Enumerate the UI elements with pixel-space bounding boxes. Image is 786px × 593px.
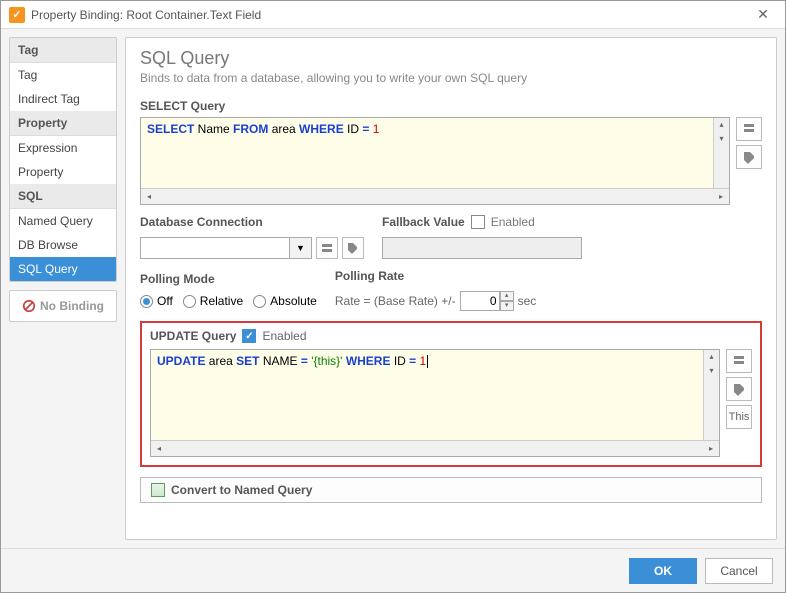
polling-rate-down[interactable]: ▾ — [500, 301, 514, 311]
property-ref-icon — [732, 354, 746, 368]
polling-rate-input[interactable] — [460, 291, 500, 311]
sidebar: Tag Tag Indirect Tag Property Expression… — [9, 37, 117, 540]
select-hscroll[interactable]: ◂▸ — [141, 188, 729, 204]
nav-box: Tag Tag Indirect Tag Property Expression… — [9, 37, 117, 282]
db-insert-tag-button[interactable] — [342, 237, 364, 259]
footer: OK Cancel — [1, 548, 785, 592]
db-conn-label: Database Connection — [140, 215, 364, 229]
update-enabled-checkbox[interactable]: ✓ — [242, 329, 256, 343]
convert-to-named-query-button[interactable]: Convert to Named Query — [140, 477, 762, 503]
polling-rate-prefix: Rate = (Base Rate) +/- — [335, 294, 456, 308]
nav-item-db-browse[interactable]: DB Browse — [10, 233, 116, 257]
property-ref-icon — [321, 242, 333, 254]
convert-label: Convert to Named Query — [171, 483, 312, 497]
page-subtitle: Binds to data from a database, allowing … — [140, 71, 762, 85]
update-query-label: UPDATE Query — [150, 329, 236, 343]
db-conn-dropdown[interactable]: ▼ — [290, 237, 312, 259]
fallback-label-row: Fallback Value Enabled — [382, 215, 762, 229]
update-insert-this-button[interactable]: This — [726, 405, 752, 429]
polling-rate-suffix: sec — [518, 294, 537, 308]
fallback-enabled-label: Enabled — [491, 215, 535, 229]
polling-rate-up[interactable]: ▴ — [500, 291, 514, 301]
no-binding-label: No Binding — [40, 299, 104, 313]
text-cursor — [427, 355, 428, 368]
no-binding-button[interactable]: No Binding — [9, 290, 117, 322]
update-query-section: UPDATE Query ✓ Enabled UPDATE area SET N… — [140, 321, 762, 467]
update-hscroll[interactable]: ◂▸ — [151, 440, 719, 456]
titlebar: ✓ Property Binding: Root Container.Text … — [1, 1, 785, 29]
ok-button[interactable]: OK — [629, 558, 697, 584]
update-insert-property-button[interactable] — [726, 349, 752, 373]
window-title: Property Binding: Root Container.Text Fi… — [31, 8, 749, 22]
main-panel: SQL Query Binds to data from a database,… — [125, 37, 777, 540]
nav-item-sql-query[interactable]: SQL Query — [10, 257, 116, 281]
polling-rate-label: Polling Rate — [335, 269, 536, 283]
nav-item-property[interactable]: Property — [10, 160, 116, 184]
select-query-label: SELECT Query — [140, 99, 762, 113]
update-enabled-label: Enabled — [262, 329, 306, 343]
select-vscroll[interactable]: ▴▾ — [713, 118, 729, 188]
fallback-label: Fallback Value — [382, 215, 465, 229]
fallback-enabled-checkbox[interactable] — [471, 215, 485, 229]
select-insert-tag-button[interactable] — [736, 145, 762, 169]
no-binding-icon — [22, 299, 36, 313]
nav-group-property-header: Property — [10, 111, 116, 136]
polling-relative-label: Relative — [200, 294, 243, 308]
select-query-text[interactable]: SELECT Name FROM area WHERE ID = 1 — [141, 118, 713, 188]
page-title: SQL Query — [140, 48, 762, 69]
nav-item-indirect-tag[interactable]: Indirect Tag — [10, 87, 116, 111]
update-query-text[interactable]: UPDATE area SET NAME = '{this}' WHERE ID… — [151, 350, 703, 440]
polling-relative-radio[interactable] — [183, 295, 196, 308]
tag-icon — [732, 382, 746, 396]
update-query-editor[interactable]: UPDATE area SET NAME = '{this}' WHERE ID… — [150, 349, 720, 457]
nav-group-tag-header: Tag — [10, 38, 116, 63]
cancel-button[interactable]: Cancel — [705, 558, 773, 584]
close-button[interactable]: ✕ — [749, 6, 777, 23]
db-conn-input[interactable] — [140, 237, 290, 259]
property-ref-icon — [742, 122, 756, 136]
nav-item-named-query[interactable]: Named Query — [10, 209, 116, 233]
app-icon: ✓ — [9, 7, 25, 23]
polling-off-label: Off — [157, 294, 173, 308]
nav-item-tag[interactable]: Tag — [10, 63, 116, 87]
update-vscroll[interactable]: ▴▾ — [703, 350, 719, 440]
tag-icon — [347, 242, 359, 254]
nav-group-sql-header: SQL — [10, 184, 116, 209]
polling-off-radio[interactable] — [140, 295, 153, 308]
select-query-editor[interactable]: SELECT Name FROM area WHERE ID = 1 ▴▾ ◂▸ — [140, 117, 730, 205]
convert-icon — [151, 483, 165, 497]
select-insert-property-button[interactable] — [736, 117, 762, 141]
nav-item-expression[interactable]: Expression — [10, 136, 116, 160]
polling-absolute-label: Absolute — [270, 294, 317, 308]
db-insert-property-button[interactable] — [316, 237, 338, 259]
polling-mode-label: Polling Mode — [140, 272, 317, 286]
fallback-input — [382, 237, 582, 259]
polling-absolute-radio[interactable] — [253, 295, 266, 308]
update-insert-tag-button[interactable] — [726, 377, 752, 401]
tag-icon — [742, 150, 756, 164]
